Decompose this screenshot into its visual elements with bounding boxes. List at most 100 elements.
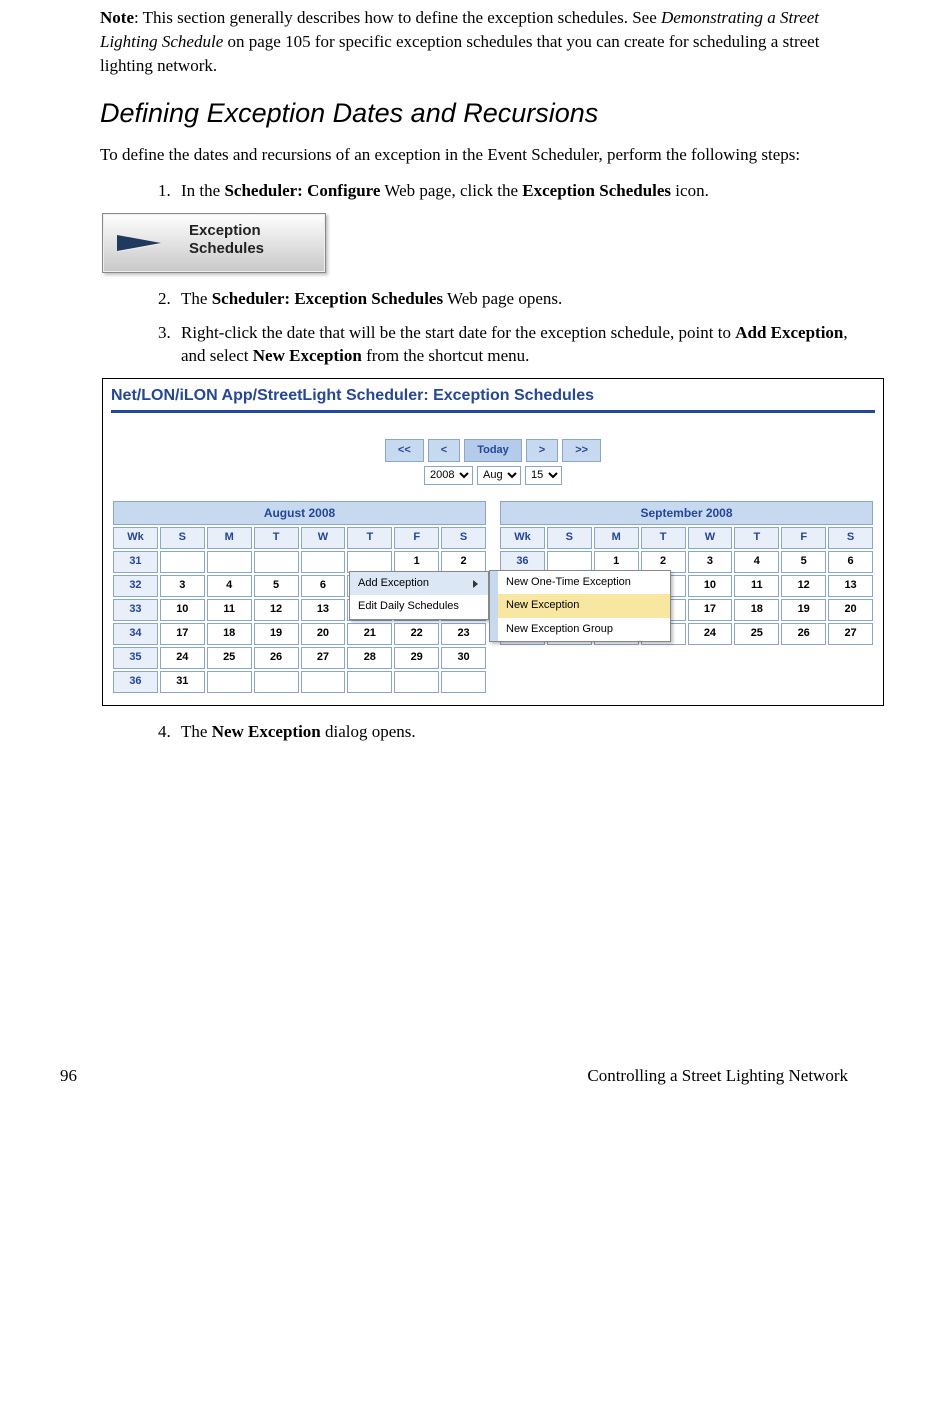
calendar-day-cell[interactable]: 1 — [394, 551, 439, 573]
calendar-day-cell[interactable]: 26 — [781, 623, 826, 645]
calendar-day-cell[interactable]: 27 — [828, 623, 873, 645]
step-4: The New Exception dialog opens. — [175, 720, 868, 744]
nav-prev-button[interactable]: < — [428, 439, 460, 462]
note-text-1: : This section generally describes how t… — [134, 8, 661, 27]
week-number-cell: 31 — [113, 551, 158, 573]
week-number-cell: 34 — [113, 623, 158, 645]
calendar-day-cell[interactable]: 5 — [781, 551, 826, 573]
step-2: The Scheduler: Exception Schedules Web p… — [175, 287, 868, 311]
day-of-week-header: Wk — [113, 527, 158, 549]
calendar-day-cell[interactable]: 4 — [207, 575, 252, 597]
calendar-day-cell[interactable]: 20 — [301, 623, 346, 645]
calendar-day-cell[interactable]: 12 — [254, 599, 299, 621]
menu-edit-daily-schedules[interactable]: Edit Daily Schedules — [350, 595, 488, 618]
step-2-text-c: Web page opens. — [443, 289, 562, 308]
calendar-day-cell[interactable]: 20 — [828, 599, 873, 621]
calendar-day-cell[interactable]: 3 — [688, 551, 733, 573]
step-2-bold-b: Scheduler: Exception Schedules — [212, 289, 443, 308]
calendar-day-cell[interactable]: 5 — [254, 575, 299, 597]
arrow-right-icon — [117, 235, 161, 251]
year-select[interactable]: 2008 — [424, 466, 473, 485]
calendar-day-cell[interactable]: 31 — [160, 671, 205, 693]
exception-schedules-button[interactable]: Exception Schedules — [102, 213, 326, 273]
calendar-day-cell[interactable]: 28 — [347, 647, 392, 669]
day-of-week-header: S — [828, 527, 873, 549]
day-of-week-header: W — [301, 527, 346, 549]
calendar-empty-cell — [301, 551, 346, 573]
day-of-week-header: S — [547, 527, 592, 549]
month-select[interactable]: Aug — [477, 466, 521, 485]
calendar-day-cell[interactable]: 19 — [781, 599, 826, 621]
context-menu: Add Exception Edit Daily Schedules New O… — [349, 571, 671, 642]
note-label: Note — [100, 8, 134, 27]
day-of-week-header: T — [641, 527, 686, 549]
calendar-day-cell[interactable]: 6 — [828, 551, 873, 573]
day-of-week-header: S — [160, 527, 205, 549]
step-1-bold-b: Scheduler: Configure — [224, 181, 380, 200]
step-1-text-a: In the — [181, 181, 224, 200]
page-number: 96 — [60, 1064, 77, 1088]
calendar-day-cell[interactable]: 2 — [441, 551, 486, 573]
step-3-text-a: Right-click the date that will be the st… — [181, 323, 735, 342]
submenu-new-one-time-exception[interactable]: New One-Time Exception — [490, 571, 670, 594]
step-2-text-a: The — [181, 289, 212, 308]
calendar-day-cell[interactable]: 18 — [207, 623, 252, 645]
calendar-day-cell[interactable]: 19 — [254, 623, 299, 645]
day-of-week-header: M — [207, 527, 252, 549]
calendar-empty-cell — [207, 551, 252, 573]
note-paragraph: Note: This section generally describes h… — [100, 6, 868, 77]
calendar-day-cell[interactable]: 25 — [734, 623, 779, 645]
day-select[interactable]: 15 — [525, 466, 562, 485]
calendar-day-cell[interactable]: 10 — [688, 575, 733, 597]
nav-today-button[interactable]: Today — [464, 439, 522, 462]
week-number-cell: 36 — [113, 671, 158, 693]
calendar-day-cell[interactable]: 4 — [734, 551, 779, 573]
step-1-bold-d: Exception Schedules — [522, 181, 671, 200]
calendar-day-cell[interactable]: 17 — [160, 623, 205, 645]
day-of-week-header: T — [734, 527, 779, 549]
month-title: September 2008 — [500, 501, 873, 525]
step-3: Right-click the date that will be the st… — [175, 321, 868, 369]
exc-btn-line2: Schedules — [189, 240, 264, 258]
menu-add-exception[interactable]: Add Exception — [350, 572, 488, 595]
step-1-text-e: icon. — [671, 181, 709, 200]
step-4-text-c: dialog opens. — [321, 722, 416, 741]
step-3-bold-d: New Exception — [253, 346, 362, 365]
calendar-day-cell[interactable]: 18 — [734, 599, 779, 621]
calendar-day-cell[interactable]: 3 — [160, 575, 205, 597]
nav-last-button[interactable]: >> — [562, 439, 601, 462]
step-3-text-e: from the shortcut menu. — [362, 346, 530, 365]
nav-first-button[interactable]: << — [385, 439, 424, 462]
week-number-cell: 35 — [113, 647, 158, 669]
calendar-empty-cell — [441, 671, 486, 693]
calendar-day-cell[interactable]: 13 — [301, 599, 346, 621]
submenu-new-exception-group[interactable]: New Exception Group — [490, 618, 670, 641]
calendar-day-cell[interactable]: 17 — [688, 599, 733, 621]
calendar-day-cell[interactable]: 11 — [207, 599, 252, 621]
calendar-day-cell[interactable]: 24 — [160, 647, 205, 669]
calendar-day-cell[interactable]: 27 — [301, 647, 346, 669]
calendar-day-cell[interactable]: 13 — [828, 575, 873, 597]
nav-next-button[interactable]: > — [526, 439, 558, 462]
calendar-day-cell[interactable]: 29 — [394, 647, 439, 669]
calendar-day-cell[interactable]: 26 — [254, 647, 299, 669]
calendar-empty-cell — [301, 671, 346, 693]
step-3-bold-b: Add Exception — [735, 323, 843, 342]
calendar-day-cell[interactable]: 25 — [207, 647, 252, 669]
calendar-day-cell[interactable]: 12 — [781, 575, 826, 597]
calendar-empty-cell — [160, 551, 205, 573]
intro-paragraph: To define the dates and recursions of an… — [100, 143, 868, 167]
calendar-day-cell[interactable]: 11 — [734, 575, 779, 597]
calendar-day-cell[interactable]: 10 — [160, 599, 205, 621]
step-4-text-a: The — [181, 722, 212, 741]
menu-edit-daily-label: Edit Daily Schedules — [358, 599, 459, 614]
calendar-day-cell[interactable]: 6 — [301, 575, 346, 597]
footer-title: Controlling a Street Lighting Network — [587, 1064, 848, 1088]
calendar-day-cell[interactable]: 30 — [441, 647, 486, 669]
calendar-empty-cell — [347, 551, 392, 573]
calendar-day-cell[interactable]: 24 — [688, 623, 733, 645]
step-4-bold-b: New Exception — [212, 722, 321, 741]
exception-schedules-screenshot: Net/LON/iLON App/StreetLight Scheduler: … — [102, 378, 884, 706]
submenu-new-exception[interactable]: New Exception — [490, 594, 670, 617]
title-underline — [111, 410, 875, 413]
